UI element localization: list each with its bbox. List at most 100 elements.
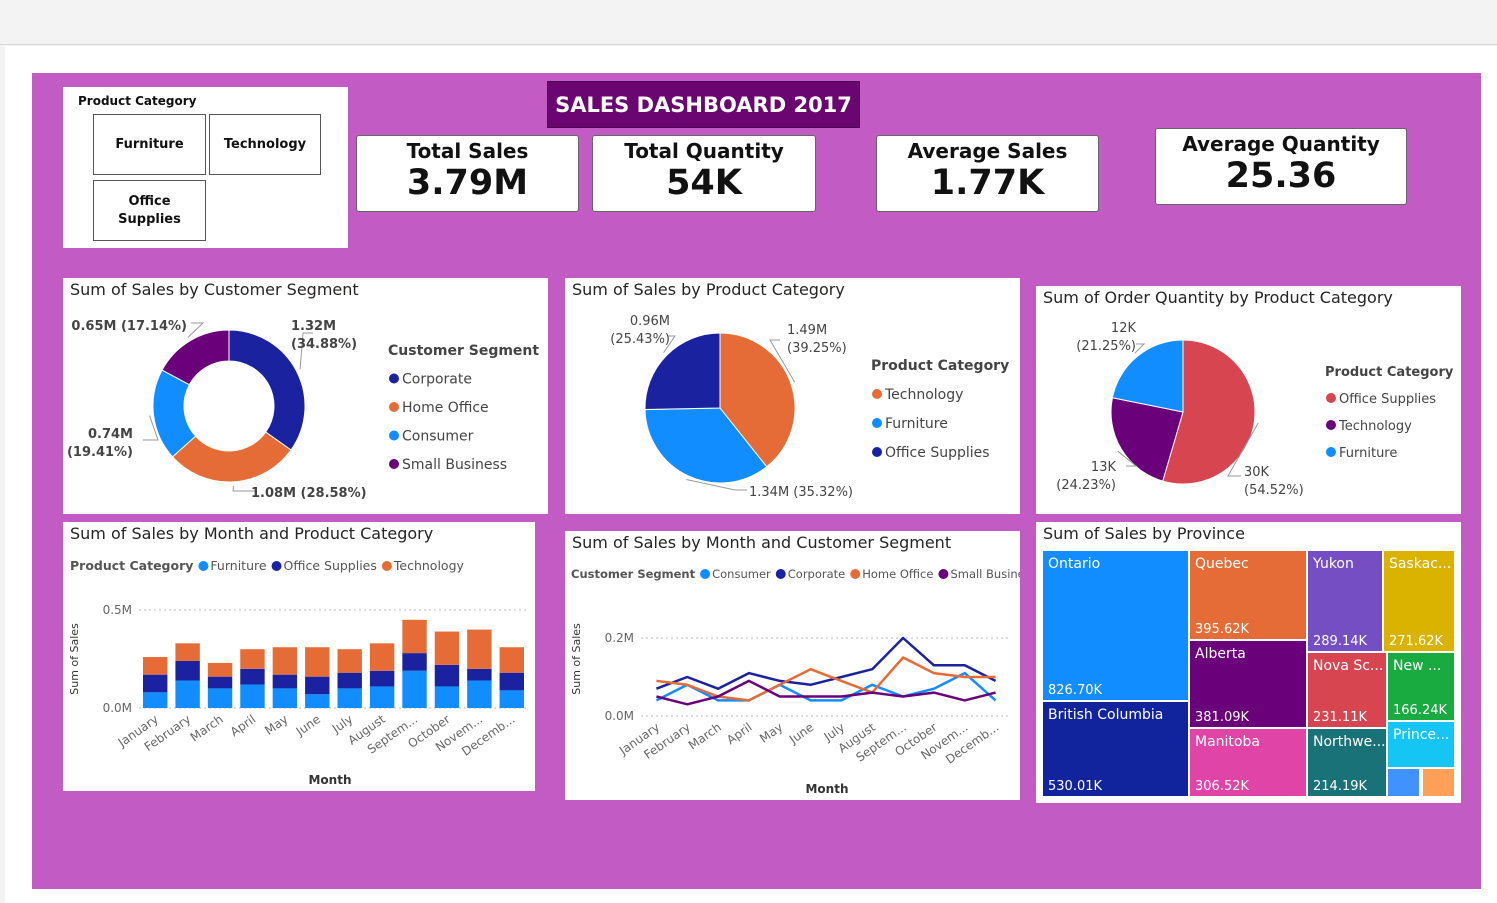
- legend-marker: [850, 569, 861, 579]
- legend-marker: [381, 561, 392, 571]
- sales-by-category-chart: Sum of Sales by Product Category 1.49M (3…: [565, 278, 1020, 514]
- treemap-value: 214.19K: [1313, 779, 1368, 794]
- bar-furniture: [402, 670, 427, 708]
- x-tick-label: May: [757, 720, 785, 746]
- x-axis-label: Month: [308, 773, 351, 787]
- slicer-option-technology[interactable]: Technology: [209, 114, 321, 175]
- data-label: 1.32M: [291, 319, 336, 334]
- treemap-cell-saskac[interactable]: Saskac... 271.62K: [1384, 551, 1454, 651]
- legend-title: Product Category: [70, 558, 193, 573]
- legend-marker: [700, 569, 711, 579]
- treemap-label: British Columbia: [1048, 707, 1164, 723]
- kpi-label: Total Sales: [406, 139, 529, 163]
- quantity-by-category-chart: Sum of Order Quantity by Product Categor…: [1036, 286, 1461, 514]
- y-tick-label: 0.0M: [103, 701, 132, 715]
- pie-chart-svg: 1.49M (39.25%) 1.34M (35.32%) 0.96M (25.43%)…: [610, 314, 1009, 500]
- y-axis-label: Sum of Sales: [570, 623, 583, 695]
- treemap-cell-ontario[interactable]: Ontario 826.70K: [1043, 551, 1188, 700]
- legend-marker: [389, 402, 399, 412]
- x-axis-label: Month: [805, 782, 848, 796]
- bar-technology: [499, 647, 524, 673]
- legend-marker: [389, 430, 399, 441]
- treemap-cell-new[interactable]: New ... 166.24K: [1388, 653, 1454, 720]
- treemap-cell-nova-sc[interactable]: Nova Sc... 231.11K: [1308, 653, 1386, 727]
- x-tick-label: May: [262, 712, 290, 738]
- treemap-cell-yukon[interactable]: Yukon 289.14K: [1308, 551, 1382, 651]
- donut-chart-svg: 1.32M (34.88%) 1.08M (28.58%) 0.74M (19.41%)…: [67, 319, 539, 501]
- bar-furniture: [337, 688, 362, 708]
- treemap-label: Saskac...: [1389, 556, 1452, 572]
- bar-office-supplies: [240, 668, 265, 685]
- legend-item-home-office: Home Office: [862, 567, 933, 581]
- legend-item-small-business: Small Business: [402, 457, 507, 473]
- treemap-label: New ...: [1393, 658, 1442, 674]
- data-label-percent: (39.25%): [787, 341, 847, 356]
- bar-office-supplies: [499, 672, 524, 691]
- treemap-cell[interactable]: [1423, 769, 1454, 796]
- legend-item-furniture: Furniture: [1339, 446, 1397, 461]
- treemap-value: 271.62K: [1389, 634, 1444, 649]
- legend-marker: [198, 561, 209, 571]
- x-tick-label: April: [228, 712, 259, 739]
- line-chart-svg: Customer Segment Consumer Corporate Home Of…: [570, 567, 1020, 796]
- data-label-percent: (25.43%): [610, 332, 670, 347]
- treemap-value: 306.52K: [1195, 779, 1250, 794]
- treemap-cell-northwe[interactable]: Northwe... 214.19K: [1308, 729, 1386, 796]
- treemap-cell[interactable]: [1388, 769, 1419, 796]
- legend-item-small-business: Small Business: [950, 567, 1020, 581]
- sales-by-month-segment-chart: Sum of Sales by Month and Customer Segme…: [565, 531, 1020, 800]
- slicer-option-office-supplies[interactable]: Office Supplies: [93, 180, 206, 241]
- bar-office-supplies: [143, 674, 168, 693]
- treemap-label: Quebec: [1195, 556, 1249, 572]
- treemap-value: 381.09K: [1195, 710, 1250, 725]
- treemap-label: Alberta: [1195, 646, 1246, 662]
- bar-technology: [272, 647, 298, 675]
- legend-marker: [389, 373, 399, 384]
- treemap-label: Northwe...: [1313, 734, 1386, 750]
- legend-marker: [1326, 447, 1336, 457]
- legend-marker: [1326, 420, 1336, 430]
- bar-office-supplies: [305, 676, 330, 695]
- bar-office-supplies: [175, 660, 200, 681]
- bar-furniture: [369, 686, 395, 708]
- data-label: 1.49M: [787, 323, 827, 338]
- y-tick-label: 0.0M: [605, 709, 634, 723]
- treemap-label: Ontario: [1048, 556, 1101, 572]
- treemap-value: 826.70K: [1048, 683, 1103, 698]
- data-label: 0.74M: [88, 427, 133, 442]
- treemap-cell-alberta[interactable]: Alberta 381.09K: [1190, 641, 1306, 727]
- treemap-cell-quebec[interactable]: Quebec 395.62K: [1190, 551, 1306, 639]
- kpi-value: 3.79M: [406, 163, 529, 203]
- bar-technology: [369, 643, 395, 671]
- bar-furniture: [467, 680, 492, 708]
- bar-office-supplies: [272, 674, 298, 689]
- treemap-cell-british-columbia[interactable]: British Columbia 530.01K: [1043, 702, 1188, 796]
- bar-office-supplies: [369, 670, 395, 687]
- kpi-label: Average Sales: [907, 139, 1068, 163]
- legend-marker: [389, 459, 399, 469]
- data-label-percent: (24.23%): [1056, 478, 1116, 493]
- bar-technology: [240, 649, 265, 669]
- bar-furniture: [240, 684, 265, 708]
- x-tick-label: March: [188, 712, 226, 744]
- treemap-label: Nova Sc...: [1313, 658, 1384, 674]
- bar-technology: [337, 649, 362, 673]
- product-category-slicer: Product Category Furniture Technology Of…: [63, 87, 348, 248]
- x-tick-label: April: [724, 720, 755, 747]
- data-label: 0.96M: [630, 314, 670, 329]
- legend-item-furniture: Furniture: [885, 416, 948, 432]
- legend-marker: [872, 447, 882, 457]
- bar-office-supplies: [467, 668, 492, 681]
- data-label: 30K: [1244, 465, 1270, 480]
- kpi-value: 1.77K: [930, 163, 1045, 203]
- slicer-option-furniture[interactable]: Furniture: [93, 114, 206, 175]
- treemap-cell-manitoba[interactable]: Manitoba 306.52K: [1190, 729, 1306, 796]
- legend-marker: [938, 569, 949, 579]
- treemap-cell-prince[interactable]: Prince...: [1388, 722, 1454, 767]
- kpi-average-sales: Average Sales 1.77K: [876, 135, 1099, 212]
- legend-item-office-supplies: Office Supplies: [284, 558, 377, 573]
- slicer-title: Product Category: [78, 94, 197, 108]
- legend-item-consumer: Consumer: [402, 429, 474, 445]
- dashboard-title: SALES DASHBOARD 2017: [547, 81, 860, 128]
- legend-item-technology: Technology: [1338, 419, 1412, 434]
